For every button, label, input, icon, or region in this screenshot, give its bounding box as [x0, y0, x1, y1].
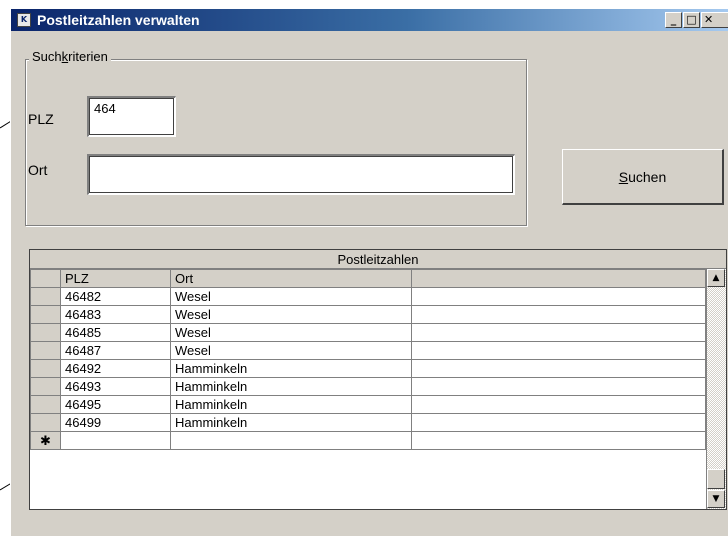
cell-ort[interactable]: Wesel — [170, 305, 412, 324]
maximize-button[interactable]: □ — [683, 12, 700, 28]
main-window: K Postleitzahlen verwalten _ □ ✕ Suchkri… — [10, 8, 728, 536]
search-criteria-label: Suchkriterien — [29, 49, 111, 64]
ort-field[interactable] — [87, 154, 515, 195]
table-row[interactable]: 46483 Wesel — [30, 305, 706, 324]
row-selector[interactable] — [30, 341, 61, 360]
row-selector[interactable] — [30, 359, 61, 378]
vertical-scrollbar[interactable]: ▲ ▼ — [706, 269, 726, 509]
row-selector[interactable] — [30, 395, 61, 414]
cell-empty[interactable] — [411, 413, 706, 432]
cell-ort[interactable]: Hamminkeln — [170, 413, 412, 432]
cell-empty[interactable] — [411, 359, 706, 378]
plz-label: PLZ — [28, 111, 54, 127]
postal-code-grid[interactable]: Postleitzahlen PLZ Ort 46482 Wesel 46483 W… — [29, 249, 727, 510]
new-record-icon[interactable]: ✱ — [30, 431, 61, 450]
header-selector[interactable] — [30, 269, 61, 288]
row-selector[interactable] — [30, 305, 61, 324]
row-selector[interactable] — [30, 287, 61, 306]
cell-plz[interactable]: 46492 — [60, 359, 171, 378]
plz-field[interactable]: 464 — [87, 96, 176, 137]
scroll-down-icon[interactable]: ▼ — [707, 490, 725, 508]
table-row[interactable]: 46493 Hamminkeln — [30, 377, 706, 396]
cell-plz[interactable]: 46499 — [60, 413, 171, 432]
cell-ort[interactable]: Wesel — [170, 323, 412, 342]
app-icon[interactable]: K — [17, 13, 31, 27]
cell-empty[interactable] — [411, 395, 706, 414]
window-title: Postleitzahlen verwalten — [37, 12, 200, 28]
search-button[interactable]: Suchen — [562, 149, 724, 205]
cell-empty[interactable] — [411, 287, 706, 306]
new-record-row[interactable]: ✱ — [30, 431, 706, 450]
cell-plz[interactable]: 46495 — [60, 395, 171, 414]
table-row[interactable]: 46485 Wesel — [30, 323, 706, 342]
cell-ort[interactable]: Wesel — [170, 341, 412, 360]
postal-code-table: PLZ Ort 46482 Wesel 46483 Wesel 46485 Wesel… — [30, 269, 706, 450]
cell-empty[interactable] — [411, 305, 706, 324]
grid-caption: Postleitzahlen — [30, 250, 726, 269]
column-header-plz[interactable]: PLZ — [60, 269, 171, 288]
cell-plz[interactable] — [60, 431, 171, 450]
cell-ort[interactable]: Wesel — [170, 287, 412, 306]
cell-ort[interactable]: Hamminkeln — [170, 359, 412, 378]
title-bar[interactable]: K Postleitzahlen verwalten _ □ ✕ — [11, 9, 728, 31]
cell-empty[interactable] — [411, 323, 706, 342]
close-button[interactable]: ✕ — [701, 12, 728, 28]
cell-empty[interactable] — [411, 377, 706, 396]
cell-plz[interactable]: 46482 — [60, 287, 171, 306]
table-row[interactable]: 46487 Wesel — [30, 341, 706, 360]
cell-ort[interactable] — [170, 431, 412, 450]
header-row: PLZ Ort — [30, 269, 706, 288]
cell-plz[interactable]: 46483 — [60, 305, 171, 324]
cell-ort[interactable]: Hamminkeln — [170, 377, 412, 396]
scroll-thumb[interactable] — [707, 469, 725, 489]
cell-empty[interactable] — [411, 431, 706, 450]
row-selector[interactable] — [30, 413, 61, 432]
column-header-empty[interactable] — [411, 269, 706, 288]
table-row[interactable]: 46499 Hamminkeln — [30, 413, 706, 432]
ort-label: Ort — [28, 162, 48, 178]
cell-empty[interactable] — [411, 341, 706, 360]
table-row[interactable]: 46492 Hamminkeln — [30, 359, 706, 378]
column-header-ort[interactable]: Ort — [170, 269, 412, 288]
row-selector[interactable] — [30, 377, 61, 396]
search-criteria-group — [25, 59, 527, 226]
cell-ort[interactable]: Hamminkeln — [170, 395, 412, 414]
table-row[interactable]: 46495 Hamminkeln — [30, 395, 706, 414]
minimize-button[interactable]: _ — [665, 12, 682, 28]
cell-plz[interactable]: 46485 — [60, 323, 171, 342]
row-selector[interactable] — [30, 323, 61, 342]
cell-plz[interactable]: 46487 — [60, 341, 171, 360]
table-row[interactable]: 46482 Wesel — [30, 287, 706, 306]
scroll-up-icon[interactable]: ▲ — [707, 269, 725, 287]
cell-plz[interactable]: 46493 — [60, 377, 171, 396]
